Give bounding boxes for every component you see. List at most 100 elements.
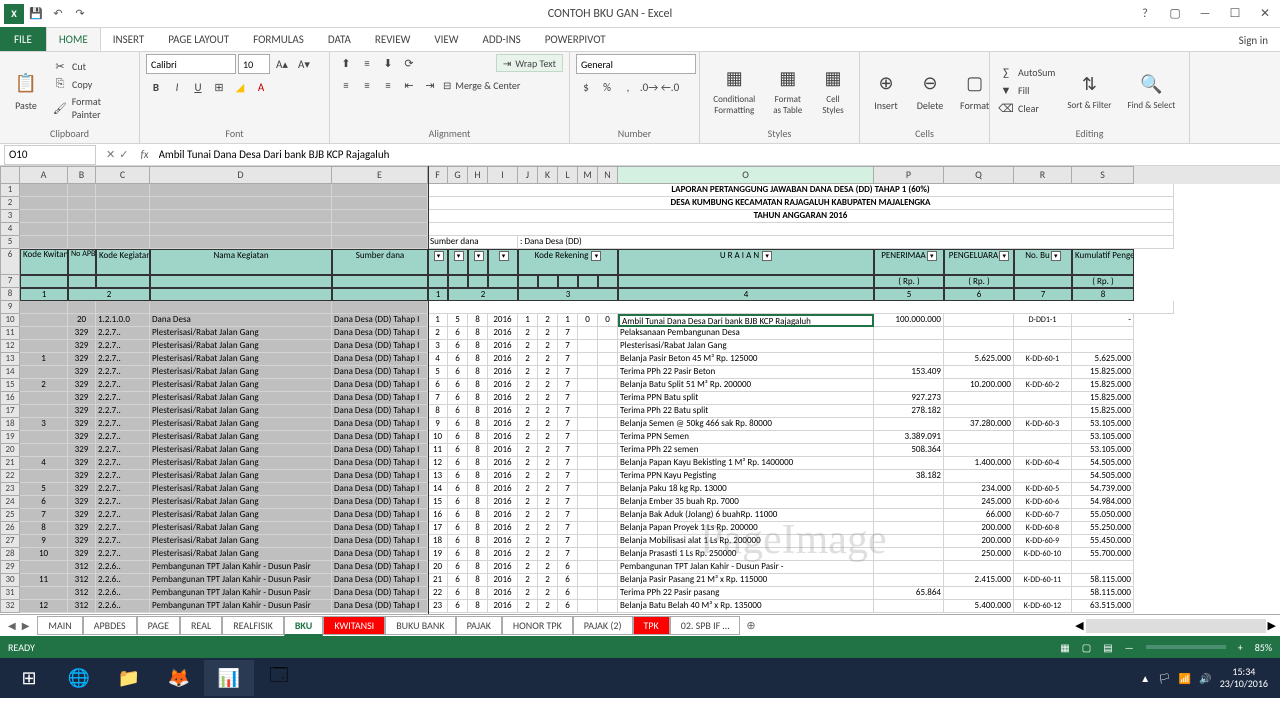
cell[interactable]: Plesterisasi/Rabat Jalan Gang (150, 444, 332, 457)
cell[interactable]: U R A I A N ▾ (618, 249, 874, 275)
cell[interactable] (598, 366, 618, 379)
taskbar-clock[interactable]: 15:3423/10/2016 (1220, 666, 1268, 690)
cell[interactable]: 7 (558, 392, 578, 405)
cell[interactable]: 12 (428, 457, 448, 470)
cell[interactable]: 2016 (488, 535, 518, 548)
row-header[interactable]: 30 (0, 574, 20, 587)
cell[interactable]: Belanja Batu Split 51 M³ Rp. 200000 (618, 379, 874, 392)
cell[interactable]: 8 (468, 548, 488, 561)
tab-home[interactable]: HOME (46, 27, 101, 51)
cell[interactable]: 6 (448, 496, 468, 509)
row-header[interactable]: 16 (0, 392, 20, 405)
cell[interactable] (874, 561, 944, 574)
font-color-button[interactable]: A (251, 78, 271, 96)
cell[interactable]: 6 (448, 405, 468, 418)
align-bottom-button[interactable]: ⬇ (378, 54, 398, 72)
cell[interactable] (96, 197, 150, 210)
cell[interactable]: 2016 (488, 444, 518, 457)
cell[interactable]: 3 (20, 418, 68, 431)
cell[interactable]: 2 (518, 548, 538, 561)
cell[interactable]: Plesterisasi/Rabat Jalan Gang (150, 340, 332, 353)
delete-button[interactable]: ⊖Delete (910, 67, 950, 114)
cell[interactable]: ▾ (448, 249, 468, 275)
col-header[interactable]: P (874, 166, 944, 184)
sheet-tab-bukubank[interactable]: BUKU BANK (385, 616, 455, 635)
cell[interactable]: 1 (20, 353, 68, 366)
cell[interactable]: 329 (68, 535, 96, 548)
cell[interactable]: 8 (468, 587, 488, 600)
taskbar-ie-icon[interactable]: 🌐 (54, 660, 104, 696)
cell[interactable]: 2 (20, 379, 68, 392)
number-format-select[interactable] (576, 54, 696, 74)
cell[interactable] (578, 353, 598, 366)
cell[interactable]: Dana Desa (DD) Tahap I (332, 327, 428, 340)
cell[interactable]: 2 (518, 496, 538, 509)
cell[interactable]: 10 (20, 548, 68, 561)
cell[interactable]: 508.364 (874, 444, 944, 457)
paste-button[interactable]: 📋Paste (6, 67, 46, 114)
close-button[interactable]: ✕ (1250, 2, 1280, 26)
cell[interactable] (96, 210, 150, 223)
cell[interactable]: 23 (428, 600, 448, 613)
cell[interactable]: 329 (68, 548, 96, 561)
cell[interactable]: 7 (558, 418, 578, 431)
cell[interactable] (332, 184, 428, 197)
cell[interactable]: Belanja Prasasti 1 Ls Rp. 250000 (618, 548, 874, 561)
cell[interactable]: Dana Desa (DD) Tahap I (332, 509, 428, 522)
cell[interactable]: 55.450.000 (1072, 535, 1134, 548)
cell[interactable] (518, 275, 538, 288)
cell[interactable]: 7 (558, 483, 578, 496)
cell[interactable]: 2016 (488, 431, 518, 444)
cell[interactable] (598, 379, 618, 392)
cell[interactable] (598, 548, 618, 561)
cell[interactable]: 6 (448, 483, 468, 496)
cell[interactable]: 6 (448, 353, 468, 366)
cell[interactable]: Kumulatif Pengeluaran▾ (1072, 249, 1134, 275)
cell[interactable]: Kode Kwitansi (20, 249, 68, 275)
cell[interactable]: 2016 (488, 392, 518, 405)
cell[interactable]: 7 (558, 496, 578, 509)
cell[interactable] (944, 392, 1014, 405)
cell[interactable] (598, 496, 618, 509)
cell[interactable] (150, 236, 332, 249)
cell[interactable]: 2 (538, 561, 558, 574)
sheet-tab-honortpk[interactable]: HONOR TPK (502, 616, 573, 635)
cell[interactable] (20, 236, 68, 249)
cell[interactable]: 55.050.000 (1072, 509, 1134, 522)
sheet-tab-spb[interactable]: 02. SPB IF … (670, 616, 741, 635)
cell[interactable]: Dana Desa (DD) Tahap I (332, 405, 428, 418)
cell[interactable]: 6 (448, 470, 468, 483)
cell[interactable]: 2 (538, 392, 558, 405)
col-header[interactable]: B (68, 166, 96, 184)
cell[interactable] (578, 275, 598, 288)
cell[interactable]: 2016 (488, 600, 518, 613)
cell[interactable] (20, 366, 68, 379)
cell[interactable] (20, 223, 68, 236)
cell[interactable]: 6 (448, 600, 468, 613)
cell[interactable]: 927.273 (874, 392, 944, 405)
tab-addins[interactable]: ADD-INS (471, 27, 533, 51)
col-header[interactable]: E (332, 166, 428, 184)
cell[interactable]: 100.000.000 (874, 314, 944, 327)
cond-format-button[interactable]: ▦Conditional Formatting (706, 62, 763, 118)
cell[interactable]: 55.700.000 (1072, 548, 1134, 561)
cell[interactable]: Dana Desa (DD) Tahap I (332, 457, 428, 470)
cell[interactable]: Belanja Ember 35 buah Rp. 7000 (618, 496, 874, 509)
cell[interactable]: Plesterisasi/Rabat Jalan Gang (150, 470, 332, 483)
cell[interactable]: 329 (68, 340, 96, 353)
cell[interactable]: Dana Desa (DD) Tahap I (332, 574, 428, 587)
sheet-tab-realfisik[interactable]: REALFISIK (222, 616, 284, 635)
cell[interactable]: Ambil Tunai Dana Desa Dari bank BJB KCP … (618, 314, 874, 327)
shrink-font-button[interactable]: A▾ (294, 55, 314, 73)
cell[interactable]: Plesterisasi/Rabat Jalan Gang (150, 366, 332, 379)
cell[interactable]: 2016 (488, 405, 518, 418)
cell[interactable]: Terima PPN Batu split (618, 392, 874, 405)
cell[interactable]: 2.2.7.. (96, 457, 150, 470)
cell[interactable] (428, 275, 448, 288)
cell[interactable]: 1 (558, 314, 578, 327)
cell[interactable]: 153.409 (874, 366, 944, 379)
cell[interactable]: 329 (68, 418, 96, 431)
cell[interactable] (874, 522, 944, 535)
cell[interactable] (598, 574, 618, 587)
col-header[interactable]: G (448, 166, 468, 184)
